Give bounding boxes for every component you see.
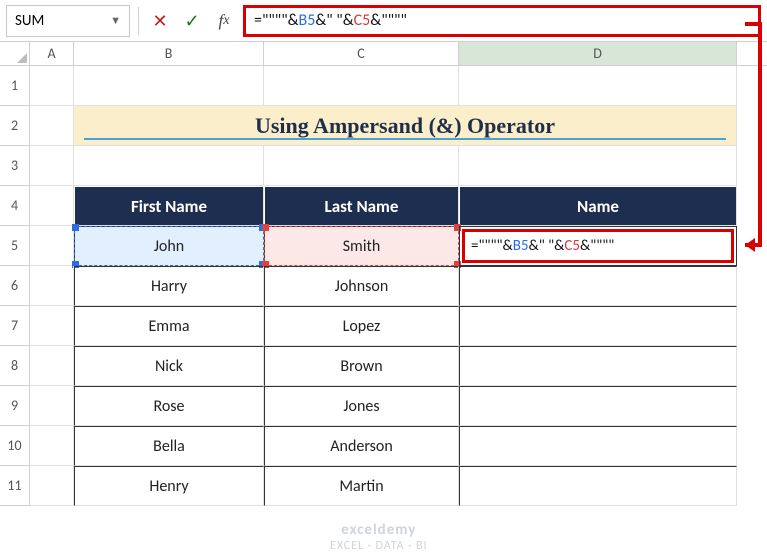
watermark-line2: EXCEL · DATA · BI xyxy=(330,539,428,553)
cell[interactable] xyxy=(459,426,737,466)
cell[interactable] xyxy=(459,66,737,106)
divider xyxy=(138,7,139,35)
cell[interactable] xyxy=(30,226,74,266)
cell[interactable]: Harry xyxy=(74,266,264,306)
selection-handle[interactable] xyxy=(72,224,79,231)
cell[interactable] xyxy=(30,386,74,426)
formula-seg: &"""" xyxy=(370,11,407,30)
title-text: Using Ampersand (&) Operator xyxy=(255,113,555,139)
selection-handle[interactable] xyxy=(262,224,269,231)
header-name[interactable]: Name xyxy=(459,186,737,226)
cell[interactable] xyxy=(74,146,264,186)
cell[interactable] xyxy=(459,146,737,186)
header-last-name[interactable]: Last Name xyxy=(264,186,459,226)
cancel-formula-button[interactable]: ✕ xyxy=(147,7,173,35)
formula-seg: =""""& xyxy=(471,237,513,255)
column-header-c[interactable]: C xyxy=(264,42,459,65)
formula-bar: SUM ▼ ✕ ✓ fx =""""&B5&" "&C5&"""" xyxy=(0,0,767,42)
cells: Using Ampersand (&) Operator First Name … xyxy=(30,66,767,506)
cell[interactable] xyxy=(459,466,737,506)
cell[interactable] xyxy=(30,186,74,226)
cell-b5[interactable]: John xyxy=(74,226,264,266)
cell[interactable]: Johnson xyxy=(264,266,459,306)
cell[interactable] xyxy=(459,306,737,346)
title-cell[interactable]: Using Ampersand (&) Operator xyxy=(74,106,737,146)
cell[interactable]: Lopez xyxy=(264,306,459,346)
row-header[interactable]: 6 xyxy=(0,266,29,306)
formula-seg: &" "& xyxy=(529,237,565,255)
column-header-b[interactable]: B xyxy=(74,42,264,65)
cell[interactable] xyxy=(30,106,74,146)
row-header[interactable]: 1 xyxy=(0,66,29,106)
cell[interactable]: Rose xyxy=(74,386,264,426)
cell[interactable]: Martin xyxy=(264,466,459,506)
row-header[interactable]: 2 xyxy=(0,106,29,146)
row-headers: 1 2 3 4 5 6 7 8 9 10 11 xyxy=(0,66,30,506)
row-header[interactable]: 3 xyxy=(0,146,29,186)
row-header[interactable]: 11 xyxy=(0,466,29,506)
watermark-line1: exceldemy xyxy=(330,521,428,539)
name-box-value: SUM xyxy=(15,12,44,30)
cell-d5[interactable]: =""""&B5&" "&C5&"""" xyxy=(459,226,737,266)
cell[interactable]: Anderson xyxy=(264,426,459,466)
cell[interactable] xyxy=(74,66,264,106)
cell[interactable]: Jones xyxy=(264,386,459,426)
grid-body: 1 2 3 4 5 6 7 8 9 10 11 Using Ampersand … xyxy=(0,66,767,506)
cell[interactable] xyxy=(459,266,737,306)
select-all-corner[interactable] xyxy=(0,42,30,65)
enter-formula-button[interactable]: ✓ xyxy=(179,7,205,35)
formula-seg: &" "& xyxy=(315,11,353,30)
row-header[interactable]: 8 xyxy=(0,346,29,386)
cell[interactable] xyxy=(459,346,737,386)
formula-ref-c5: C5 xyxy=(354,11,371,30)
column-header-d[interactable]: D xyxy=(459,42,737,65)
cell[interactable] xyxy=(30,466,74,506)
cell[interactable]: Brown xyxy=(264,346,459,386)
cell[interactable]: Henry xyxy=(74,466,264,506)
insert-function-button[interactable]: fx xyxy=(211,7,237,35)
cell[interactable]: Emma xyxy=(74,306,264,346)
cell[interactable] xyxy=(30,306,74,346)
row-header[interactable]: 4 xyxy=(0,186,29,226)
cell-value: John xyxy=(154,237,184,256)
cell[interactable] xyxy=(264,146,459,186)
cell[interactable] xyxy=(30,426,74,466)
cell[interactable] xyxy=(264,66,459,106)
formula-ref-c5: C5 xyxy=(564,237,580,255)
chevron-down-icon[interactable]: ▼ xyxy=(110,14,121,27)
column-headers: A B C D xyxy=(0,42,767,66)
watermark: exceldemy EXCEL · DATA · BI xyxy=(330,521,428,553)
cell[interactable] xyxy=(30,346,74,386)
cell[interactable] xyxy=(30,146,74,186)
row-header[interactable]: 7 xyxy=(0,306,29,346)
cell[interactable] xyxy=(30,66,74,106)
row-header[interactable]: 10 xyxy=(0,426,29,466)
formula-ref-b5: B5 xyxy=(299,11,316,30)
cell-c5[interactable]: Smith xyxy=(264,226,459,266)
cell-value: Smith xyxy=(343,237,381,256)
name-box[interactable]: SUM ▼ xyxy=(6,5,130,37)
formula-input[interactable]: =""""&B5&" "&C5&"""" xyxy=(243,5,761,37)
column-header-a[interactable]: A xyxy=(30,42,74,65)
cell-d5-formula-box: =""""&B5&" "&C5&"""" xyxy=(462,229,734,263)
header-first-name[interactable]: First Name xyxy=(74,186,264,226)
cell[interactable] xyxy=(30,266,74,306)
title-underline xyxy=(84,138,726,140)
cell[interactable]: Bella xyxy=(74,426,264,466)
cell[interactable] xyxy=(459,386,737,426)
formula-ref-b5: B5 xyxy=(513,237,529,255)
formula-seg: =""""& xyxy=(254,11,299,30)
formula-seg: &"""" xyxy=(580,237,614,255)
row-header[interactable]: 9 xyxy=(0,386,29,426)
row-header[interactable]: 5 xyxy=(0,226,29,266)
cell[interactable]: Nick xyxy=(74,346,264,386)
